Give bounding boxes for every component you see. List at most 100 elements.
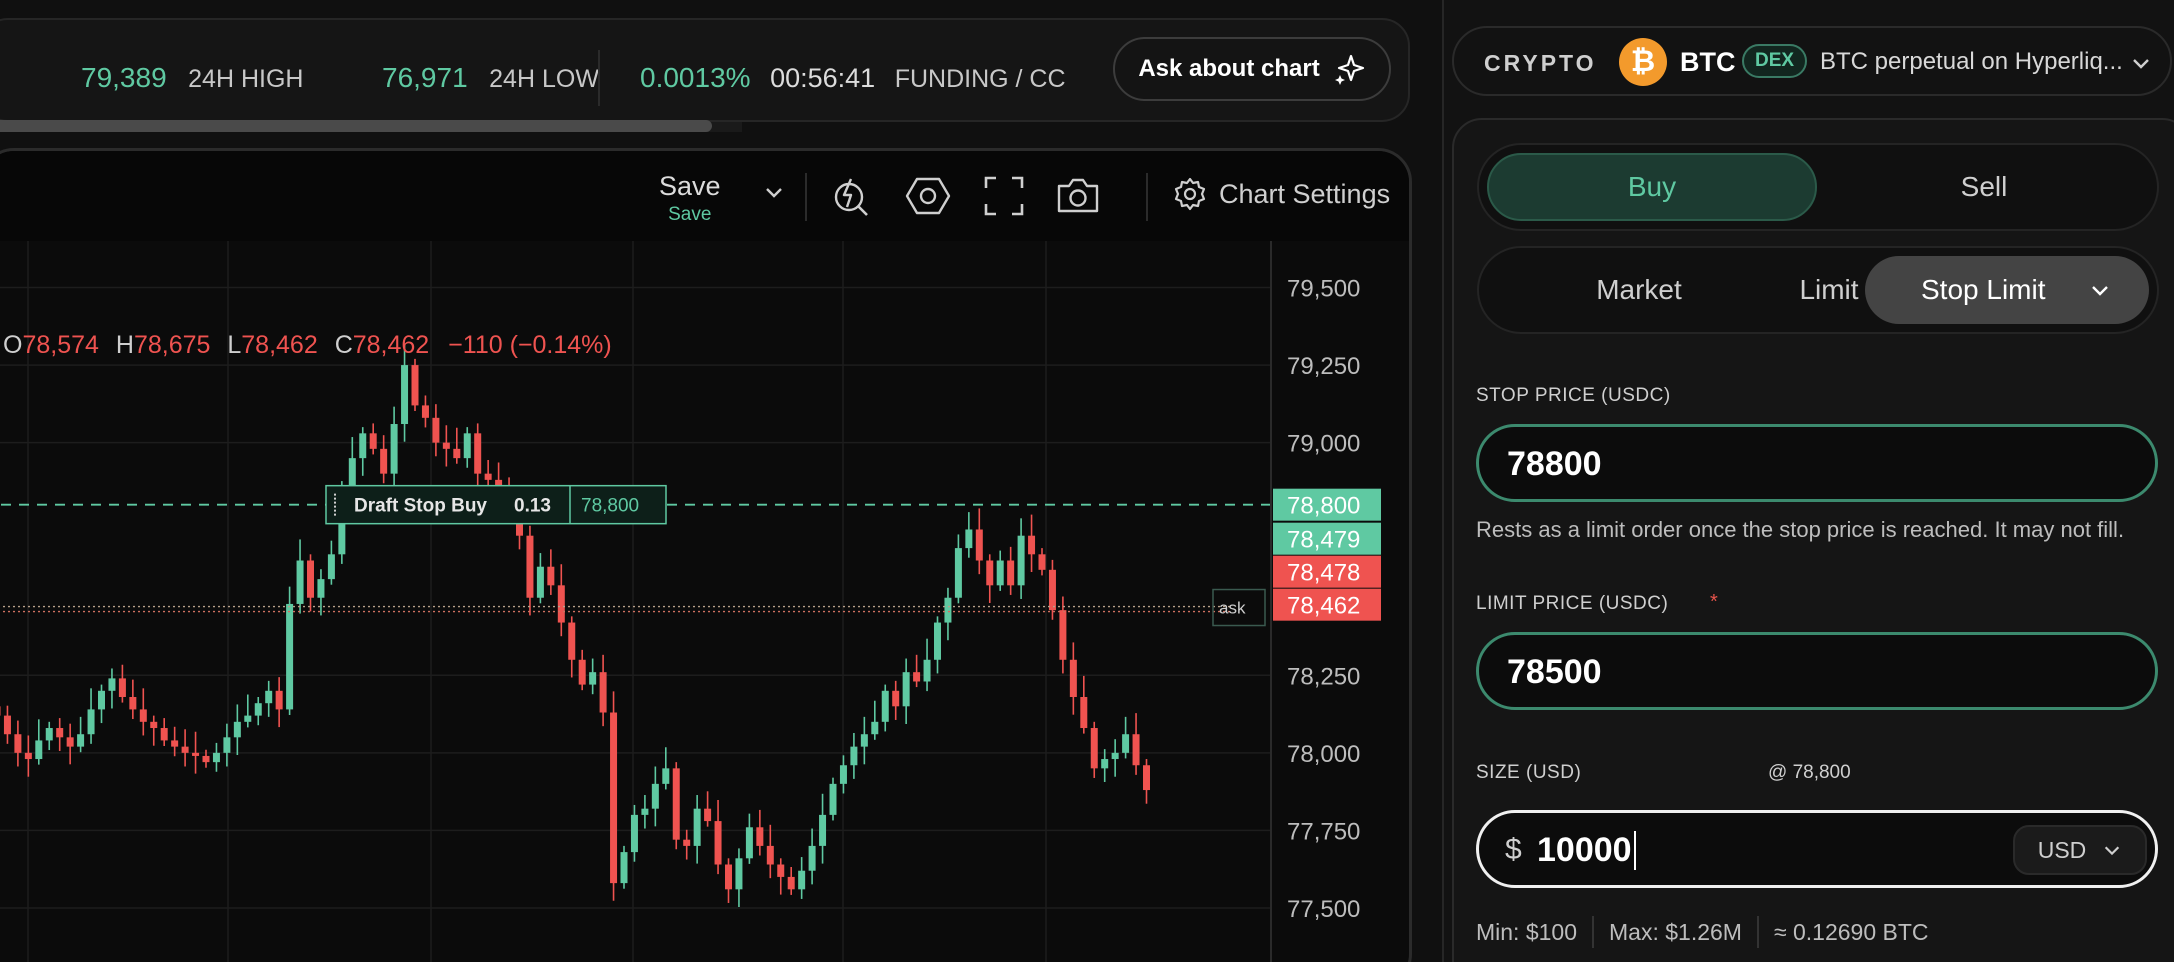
candle-body [453, 448, 461, 459]
size-label: SIZE (USD) [1476, 762, 1582, 783]
min-size: Min: $100 [1476, 918, 1578, 945]
gear-icon [1174, 177, 1206, 211]
candle-body [1017, 535, 1025, 586]
candle-body [171, 740, 179, 747]
candle-body [87, 709, 95, 735]
candle-body [934, 622, 941, 660]
sell-tab[interactable]: Sell [1819, 153, 2149, 221]
order-type-toggle: Market Limit Stop Limit [1477, 246, 2159, 334]
candle-body [714, 821, 722, 865]
candle-body [766, 845, 774, 865]
candle-body [578, 659, 586, 685]
candle-body [651, 783, 659, 809]
save-status: Save [668, 204, 712, 225]
candle-body [1101, 759, 1109, 769]
stat-funding: 0.0013% 00:56:41 FUNDING / CC [640, 62, 1066, 94]
candle-body [265, 690, 273, 704]
ask-label: Ask about chart [1138, 55, 1320, 82]
candle-body [1080, 697, 1088, 729]
stats-scrollbar[interactable] [0, 120, 712, 132]
candle-body [735, 858, 743, 890]
stop-price-label: STOP PRICE (USDC) [1476, 385, 1671, 406]
dex-badge: DEX [1742, 44, 1808, 78]
order-type-stop-limit[interactable]: Stop Limit [1865, 256, 2149, 324]
fullscreen-icon[interactable] [981, 173, 1027, 219]
candle-body [1090, 728, 1098, 769]
approx-btc: ≈ 0.12690 BTC [1773, 918, 1929, 945]
candle-body [630, 814, 638, 853]
candle-body [860, 734, 868, 747]
high-value: 78,675 [134, 331, 210, 359]
candle-body [589, 672, 597, 685]
high-label: 24H HIGH [188, 65, 304, 93]
chart-toolbar: Save Save Chart Settings [0, 151, 1409, 241]
candle-body [327, 554, 335, 580]
candles [0, 343, 1150, 908]
candle-body [160, 728, 168, 741]
low-value: 78,462 [241, 331, 317, 359]
candle-body [463, 433, 471, 459]
candle-body [1069, 659, 1077, 697]
candle-body [1122, 734, 1130, 753]
candle-body [45, 728, 53, 741]
toolbar-divider [1146, 173, 1148, 221]
candle-body [484, 473, 492, 480]
candle-body [526, 535, 534, 598]
side-toggle: Buy Sell [1477, 143, 2159, 231]
draft-order-price: 78,800 [581, 496, 639, 517]
save-layout-button[interactable]: Save Save [659, 171, 721, 226]
candle-body [892, 690, 900, 707]
price-tag-label: 78,800 [1287, 493, 1360, 520]
candle-body [986, 560, 994, 586]
candle-body [3, 715, 11, 735]
hexagon-icon[interactable] [905, 173, 951, 219]
buy-tab[interactable]: Buy [1487, 153, 1817, 221]
candle-body [965, 529, 973, 549]
market-selector[interactable]: CRYPTO ₿ BTC DEX BTC perpetual on Hyperl… [1452, 26, 2172, 96]
candle-body [139, 709, 147, 722]
candle-body [557, 585, 565, 623]
stop-price-input[interactable]: 78800 [1476, 424, 2158, 502]
funding-label: FUNDING / CC [894, 65, 1066, 93]
chart-panel: Save Save Chart Settings Draft Stop Buy … [0, 148, 1412, 962]
candle-body [954, 548, 962, 598]
price-chart[interactable]: Draft Stop Buy 0.13 78,800 ask 79,500 79,250… [0, 241, 1412, 962]
bitcoin-icon: ₿ [1619, 38, 1667, 86]
chevron-down-icon[interactable] [763, 181, 785, 203]
candle-body [610, 712, 618, 884]
price-tag-label: 78,478 [1287, 560, 1360, 587]
candle-body [1059, 610, 1067, 660]
candle-body [254, 703, 262, 716]
camera-icon[interactable] [1055, 173, 1101, 219]
price-tag-label: 78,462 [1287, 593, 1360, 620]
draft-order-qty: 0.13 [514, 496, 551, 517]
ask-about-chart-button[interactable]: Ask about chart [1113, 37, 1391, 101]
size-unit-select[interactable]: USD [2013, 825, 2147, 875]
candle-body [223, 737, 231, 753]
indicator-icon[interactable] [829, 173, 875, 219]
order-type-market[interactable]: Market [1539, 256, 1739, 324]
candle-body [244, 715, 252, 722]
market-category: CRYPTO [1484, 50, 1597, 76]
size-limits: Min: $100 Max: $1.26M ≈ 0.12690 BTC [1476, 916, 1929, 948]
low-label: L [227, 331, 241, 359]
limit-price-input[interactable]: 78500 [1476, 632, 2158, 710]
candle-body [839, 765, 847, 784]
candle-body [547, 566, 555, 586]
candle-body [56, 728, 64, 738]
price-tick-label: 78,000 [1287, 741, 1360, 768]
candle-body [474, 433, 482, 474]
candle-body [1038, 554, 1046, 570]
candle-body [704, 808, 712, 822]
candle-body [1132, 734, 1140, 766]
candle-body [536, 566, 544, 598]
candle-body [432, 417, 440, 443]
candle-body [672, 768, 680, 840]
chart-settings-button[interactable]: Chart Settings [1173, 177, 1390, 211]
candle-body [599, 672, 607, 713]
candle-body [390, 424, 398, 474]
candle-body [662, 768, 670, 784]
candle-body [819, 814, 827, 846]
size-input[interactable]: $ 10000 USD [1476, 810, 2158, 888]
candle-body [808, 845, 816, 871]
